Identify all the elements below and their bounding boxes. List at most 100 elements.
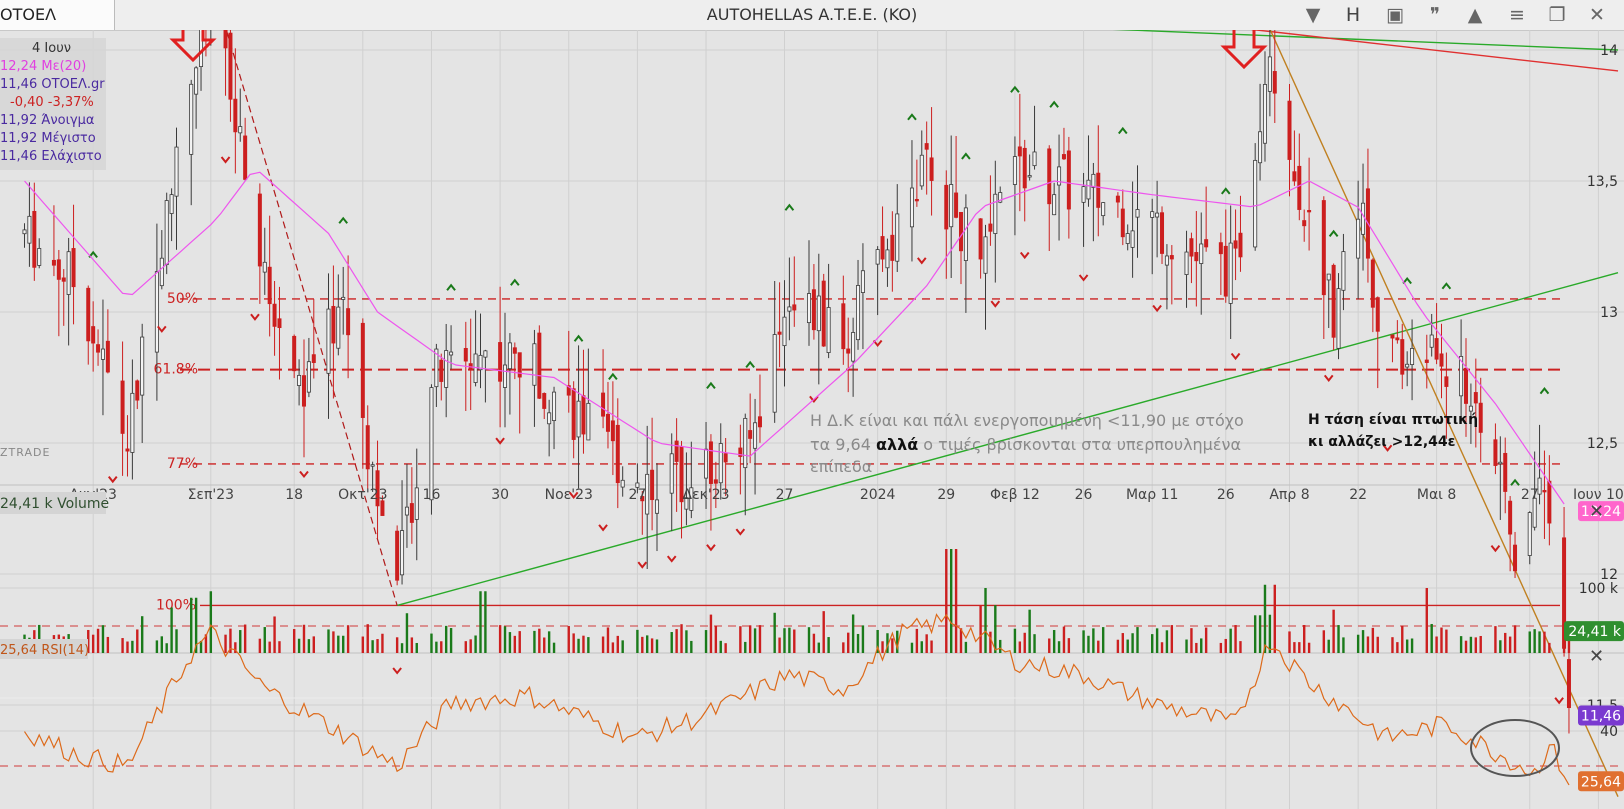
candle-body: [1160, 212, 1165, 254]
trough-mark: [1019, 251, 1030, 260]
candle-body: [346, 308, 351, 336]
candle-body: [1542, 490, 1547, 493]
volume-bar: [1499, 640, 1502, 653]
candle-body: [890, 234, 895, 261]
volume-bar: [1543, 631, 1546, 653]
candle-body: [880, 236, 885, 260]
peak-mark: [1118, 126, 1128, 135]
volume-bar: [1200, 638, 1203, 653]
candle-body: [949, 184, 954, 228]
volume-bar: [945, 549, 948, 653]
chevron-down-icon[interactable]: ▼: [1296, 0, 1330, 30]
volume-bar: [910, 642, 914, 653]
candle-body: [532, 343, 537, 386]
close-rsi-icon[interactable]: ✕: [1589, 646, 1604, 667]
volume-bar: [979, 605, 982, 653]
volume-bar: [1204, 627, 1208, 653]
volume-bar: [1425, 588, 1428, 653]
peak-mark: [446, 283, 456, 291]
candle-body: [507, 342, 512, 370]
volume-bar: [994, 605, 997, 653]
volume-bar: [567, 626, 570, 653]
volume-bar: [1303, 625, 1306, 653]
chart-area[interactable]: 0%50%61.8%77%100% Αυγ'23Σεπ'2318Οκτ'2316…: [0, 30, 1624, 809]
panel-icon[interactable]: ▣: [1378, 0, 1412, 30]
close-icon[interactable]: ✕: [1580, 0, 1614, 30]
volume-bar: [96, 628, 100, 653]
candle-body: [1370, 259, 1375, 308]
volume-bar: [131, 640, 134, 653]
candle-body: [929, 157, 934, 181]
volume-bar: [1562, 639, 1566, 653]
candle-body: [164, 200, 169, 266]
volume-bar: [547, 631, 551, 653]
annotation-trend-line2: κι αλλάζει >12,44ε: [1308, 434, 1455, 450]
candle-body: [311, 354, 316, 363]
volume-bar: [650, 638, 654, 653]
volume-bar: [778, 637, 781, 653]
candle-body: [743, 417, 748, 469]
volume-bar: [954, 549, 958, 653]
volume-bar: [1121, 633, 1124, 653]
volume-bar: [1469, 636, 1473, 653]
candle-body: [983, 236, 988, 274]
h-button[interactable]: H: [1336, 0, 1370, 30]
candle-body: [1331, 264, 1336, 338]
volume-bar: [964, 641, 968, 653]
x-tick-label: 16: [423, 487, 441, 503]
volume-bar: [1170, 625, 1174, 653]
candle-body: [586, 402, 591, 441]
volume-bar: [1155, 628, 1159, 653]
watermark: ZTRADE: [0, 446, 50, 459]
candle-body: [1444, 376, 1449, 387]
peak-mark: [784, 203, 795, 211]
candle-body: [1130, 230, 1135, 248]
candle-body: [1223, 245, 1228, 297]
chat-icon[interactable]: ❞: [1418, 0, 1452, 30]
legend-low: 11,46 Ελάχιστο: [0, 149, 102, 164]
volume-bar: [1337, 625, 1340, 653]
volume-bar: [1131, 633, 1134, 653]
candle-body: [1194, 252, 1199, 262]
volume-bar: [646, 635, 649, 653]
volume-bar: [1435, 636, 1438, 653]
volume-bar: [690, 640, 693, 653]
candle-body: [331, 305, 336, 344]
candle-body: [1150, 211, 1155, 218]
candle-body: [71, 248, 76, 288]
volume-tick-label: 100 k: [1579, 581, 1619, 597]
volume-bar: [155, 640, 159, 653]
fib-label: 77%: [167, 456, 198, 472]
candle-body: [243, 135, 248, 180]
volume-bar: [812, 633, 816, 653]
candle-body: [851, 332, 856, 362]
candle-body: [1336, 288, 1341, 349]
volume-bar: [552, 642, 556, 653]
close-volume-icon[interactable]: ✕: [1589, 501, 1604, 522]
peak-mark: [706, 381, 716, 389]
volume-bar: [126, 641, 129, 653]
menu-icon[interactable]: ≡: [1500, 0, 1534, 30]
volume-bar: [621, 640, 624, 653]
lock-icon[interactable]: ▲: [1458, 0, 1492, 30]
volume-bar: [518, 631, 521, 653]
trough-mark: [916, 257, 927, 265]
volume-bar: [170, 607, 173, 653]
candle-body: [1272, 71, 1277, 94]
volume-bar: [479, 591, 482, 653]
candle-body: [1307, 210, 1312, 213]
rsi-legend: 25,64 RSI(14): [0, 643, 89, 658]
candle-body: [1091, 173, 1096, 188]
candle-body: [860, 270, 865, 293]
volume-bar: [395, 637, 399, 653]
candle-body: [91, 326, 96, 344]
candle-body: [1321, 200, 1326, 296]
volume-bar: [1548, 642, 1551, 653]
volume-bar: [1332, 609, 1335, 653]
legend-open: 11,92 Άνοιγμα: [0, 113, 95, 128]
volume-bar: [822, 611, 825, 653]
candle-body: [846, 348, 851, 354]
volume-bar: [1513, 625, 1517, 653]
restore-icon[interactable]: ❐: [1540, 0, 1574, 30]
candle-body: [895, 213, 900, 262]
